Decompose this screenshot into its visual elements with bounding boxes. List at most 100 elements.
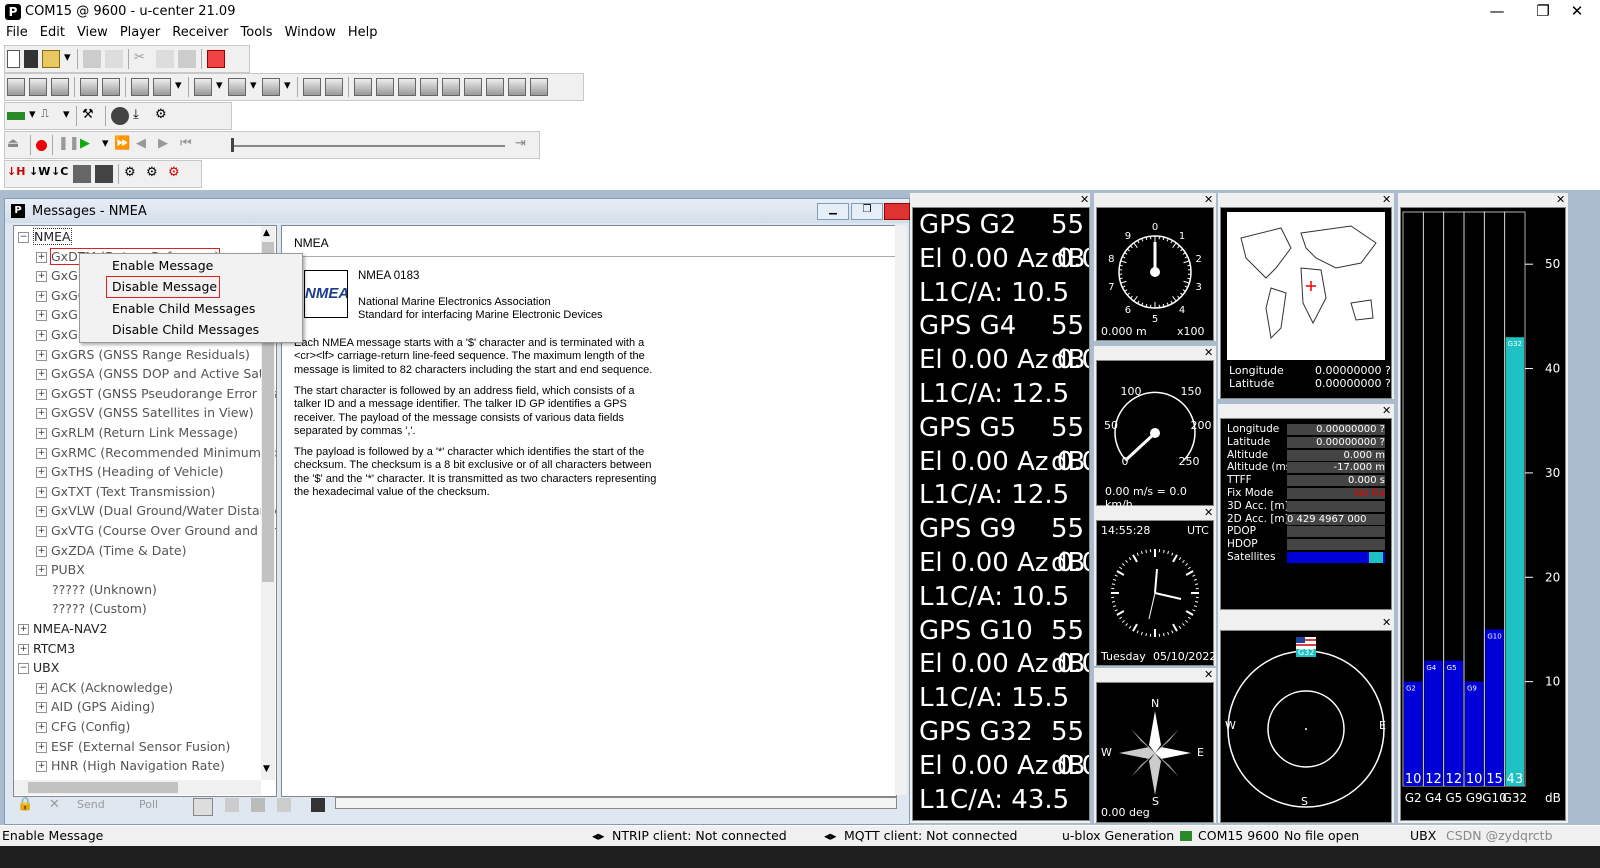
- statistic-view-icon[interactable]: [131, 78, 149, 96]
- record-icon[interactable]: [36, 140, 47, 151]
- cn0-icon[interactable]: [398, 78, 416, 96]
- expander-icon[interactable]: −: [18, 232, 29, 243]
- tree-item[interactable]: + CFG (Config): [36, 717, 130, 736]
- expander-icon[interactable]: +: [36, 408, 47, 420]
- speedometer-close-icon[interactable]: ✕: [1204, 347, 1213, 358]
- altimeter-close-icon[interactable]: ✕: [1204, 194, 1213, 205]
- world-map-icon[interactable]: [508, 78, 526, 96]
- sky-view-close-icon[interactable]: ✕: [1382, 617, 1391, 628]
- messages-restore-button[interactable]: ❐: [851, 203, 883, 220]
- rewind-icon[interactable]: ⏮: [180, 136, 198, 154]
- menu-receiver[interactable]: Receiver: [166, 24, 234, 42]
- playback-slider[interactable]: [231, 145, 505, 147]
- menu-help[interactable]: Help: [342, 24, 384, 42]
- tree-item[interactable]: − NMEA: [18, 227, 72, 246]
- menu-enable-child-messages[interactable]: Enable Child Messages: [112, 301, 255, 316]
- menu-disable-child-messages[interactable]: Disable Child Messages: [112, 322, 259, 337]
- paste-icon[interactable]: [178, 50, 196, 68]
- expander-icon[interactable]: +: [36, 428, 47, 439]
- expander-icon[interactable]: +: [36, 565, 47, 577]
- tree-item[interactable]: + ACK (Acknowledge): [36, 678, 173, 697]
- expander-icon[interactable]: +: [36, 251, 47, 263]
- tree-item[interactable]: + RTCM3: [18, 639, 75, 658]
- expander-icon[interactable]: +: [36, 741, 47, 753]
- lock-icon[interactable]: 🔒: [17, 797, 33, 812]
- tree-horizontal-scrollbar[interactable]: [14, 780, 261, 795]
- data-view-close-icon[interactable]: ✕: [1382, 405, 1391, 416]
- tree-item[interactable]: + ESF (External Sensor Fusion): [36, 737, 230, 756]
- tree-item[interactable]: + GxVLW (Dual Ground/Water Distance): [36, 501, 276, 520]
- hex-view-field[interactable]: [335, 797, 897, 809]
- autobauding-icon[interactable]: ⚒: [82, 107, 100, 125]
- expander-icon[interactable]: +: [36, 722, 47, 733]
- hex-icon[interactable]: [311, 798, 325, 812]
- tree-item[interactable]: + GxGSV (GNSS Satellites in View): [36, 403, 254, 422]
- menu-file[interactable]: File: [0, 24, 34, 42]
- compass-icon[interactable]: [376, 78, 394, 96]
- expander-icon[interactable]: +: [36, 702, 47, 714]
- close-button[interactable]: ✕: [1554, 0, 1600, 24]
- compass-close-icon[interactable]: ✕: [1204, 669, 1213, 680]
- gear-icon[interactable]: ⚙: [124, 165, 142, 183]
- messages-minimize-button[interactable]: ▁: [817, 203, 849, 220]
- clock-close-icon[interactable]: ✕: [1204, 507, 1213, 518]
- speedometer-icon[interactable]: [486, 78, 504, 96]
- expander-icon[interactable]: +: [18, 643, 29, 655]
- packet-console-icon[interactable]: [7, 78, 25, 96]
- desc-vertical-scrollbar[interactable]: [895, 225, 907, 795]
- expander-icon[interactable]: +: [36, 761, 47, 773]
- tree-item[interactable]: + PUBX: [36, 560, 85, 579]
- tree-item[interactable]: + GxZDA (Time & Date): [36, 541, 187, 560]
- tree-item[interactable]: + GxRMC (Recommended Minimum Specific): [36, 443, 276, 462]
- menu-player[interactable]: Player: [114, 24, 166, 42]
- playback-slider-handle[interactable]: [231, 138, 234, 152]
- hot-start-icon[interactable]: ↓H: [7, 165, 25, 183]
- tree-item[interactable]: + GxTHS (Heading of Vehicle): [36, 462, 224, 481]
- google-earth-icon[interactable]: [530, 78, 548, 96]
- poll-button[interactable]: Poll: [139, 798, 158, 811]
- data-view-icon[interactable]: [442, 78, 460, 96]
- expander-icon[interactable]: −: [18, 663, 29, 675]
- open-icon[interactable]: [42, 50, 60, 68]
- chart-view-icon[interactable]: [194, 78, 212, 96]
- paste-icon[interactable]: [251, 798, 265, 812]
- play-icon[interactable]: ▶: [80, 136, 98, 154]
- tree-item[interactable]: ????? (Custom): [36, 599, 147, 618]
- port-status[interactable]: COM15 9600: [1198, 828, 1279, 843]
- tree-item[interactable]: + GxGSA (GNSS DOP and Active Satellites): [36, 364, 276, 383]
- save-icon[interactable]: [24, 50, 38, 68]
- tree-item[interactable]: ????? (Unknown): [36, 580, 157, 599]
- world-map-close-icon[interactable]: ✕: [1382, 194, 1391, 205]
- fast-forward-icon[interactable]: ⏩: [114, 136, 132, 154]
- tree-item[interactable]: + GxGRS (GNSS Range Residuals): [36, 345, 250, 364]
- dropdown-icon[interactable]: ▾: [29, 107, 37, 125]
- tree-item[interactable]: + GxGST (GNSS Pseudorange Error Statistic…: [36, 384, 276, 403]
- mqtt-status[interactable]: MQTT client: Not connected: [844, 828, 1018, 843]
- expander-icon[interactable]: +: [18, 624, 29, 635]
- satellite-icon[interactable]: [464, 78, 482, 96]
- dropdown-icon[interactable]: ▾: [63, 107, 71, 125]
- table-view-icon[interactable]: [153, 78, 171, 96]
- disconnect-icon[interactable]: [207, 50, 225, 68]
- camera-view-icon[interactable]: [303, 78, 321, 96]
- copy-icon[interactable]: [156, 50, 174, 68]
- menu-edit[interactable]: Edit: [34, 24, 71, 42]
- ntrip-status[interactable]: NTRIP client: Not connected: [612, 828, 787, 843]
- new-icon[interactable]: [7, 50, 20, 68]
- poll-update-icon[interactable]: [95, 165, 113, 183]
- altimeter-icon[interactable]: [354, 78, 372, 96]
- dropdown-icon[interactable]: ▾: [250, 78, 258, 96]
- cut-icon[interactable]: ✂: [134, 50, 152, 68]
- step-forward-icon[interactable]: ▶: [158, 136, 176, 154]
- messages-close-button[interactable]: [884, 203, 910, 220]
- dropdown-icon[interactable]: ▾: [175, 78, 183, 96]
- dropdown-icon[interactable]: ▾: [102, 136, 110, 154]
- menu-view[interactable]: View: [71, 24, 114, 42]
- minimize-button[interactable]: —: [1474, 0, 1520, 24]
- expander-icon[interactable]: +: [36, 467, 47, 479]
- debug-icon[interactable]: [111, 107, 129, 125]
- histogram-view-icon[interactable]: [228, 78, 246, 96]
- step-back-icon[interactable]: ◀: [136, 136, 154, 154]
- cold-start-icon[interactable]: ↓C: [51, 165, 69, 183]
- warm-start-icon[interactable]: ↓W: [29, 165, 50, 183]
